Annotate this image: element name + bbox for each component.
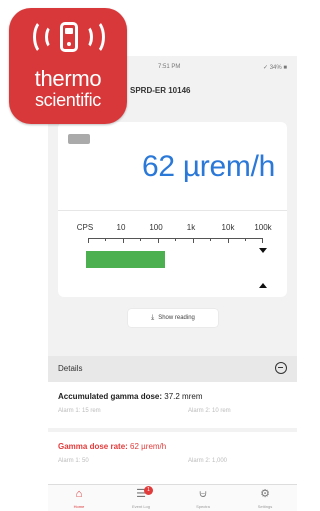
accumulated-dose-value: 37.2 mrem (164, 392, 203, 401)
dose-rate-bar (86, 251, 165, 268)
logo-text-thermo: thermo (34, 66, 102, 91)
rate-alarm-1: Alarm 1: 50 (58, 458, 89, 464)
rate-alarm-2: Alarm 2: 1,000 (188, 458, 228, 464)
battery-indicator: ✓ 34% ■ (263, 65, 287, 71)
tab-home-label: Home (73, 504, 85, 509)
scale-label-10k: 10k (221, 223, 235, 232)
show-reading-button[interactable]: ⤓ Show reading (128, 309, 218, 327)
scale-tick (262, 238, 263, 243)
arrow-down-icon (259, 248, 267, 253)
chart-icon: ⩁ (199, 488, 207, 500)
tab-bar: ⌂ Home ☰ 1 Event Log ⩁ Spectra ⚙ Setting… (48, 484, 297, 511)
details-title: Details (58, 364, 83, 373)
accumulated-dose-label: Accumulated gamma dose: (58, 392, 163, 401)
scale-label-cps: CPS (76, 223, 94, 232)
scale-label-1k: 1k (186, 223, 196, 232)
dose-rate-label: Gamma dose rate: (58, 442, 128, 451)
page-title: SPRD-ER 10146 (130, 86, 191, 95)
accumulated-alarm-2: Alarm 2: 10 rem (188, 408, 231, 414)
arrow-up-icon (259, 283, 267, 288)
tab-settings-label: Settings (257, 504, 273, 509)
status-time: 7:51 PM (158, 64, 181, 70)
notification-badge: 1 (144, 486, 153, 495)
tab-home[interactable]: ⌂ Home (48, 485, 110, 511)
scale-tick (245, 238, 246, 241)
collapse-icon[interactable] (275, 362, 287, 374)
dose-rate-row: Gamma dose rate: 62 µrem/h Alarm 1: 50 A… (48, 432, 297, 484)
logo-text-scientific: scientific (34, 90, 102, 110)
alarm-status-chip (68, 134, 90, 144)
download-icon: ⤓ (151, 314, 155, 321)
scale-tick (88, 238, 89, 243)
scale-label-10: 10 (116, 223, 126, 232)
signal-wave-icon (83, 19, 105, 55)
tab-spectra[interactable]: ⩁ Spectra (172, 485, 234, 511)
show-reading-label: Show reading (158, 315, 195, 321)
scale-tick (123, 238, 124, 243)
accumulated-alarm-1: Alarm 1: 15 rem (58, 408, 101, 414)
scale-tick (158, 238, 159, 243)
dose-rate-text: Gamma dose rate: 62 µrem/h (58, 442, 166, 451)
phone-screen: 7:51 PM ✓ 34% ■ SPRD-ER 10146 62 µrem/h … (48, 56, 297, 511)
gear-icon: ⚙ (260, 488, 270, 500)
scale-label-100k: 100k (254, 223, 272, 232)
scale-tick (140, 238, 141, 241)
tab-settings[interactable]: ⚙ Settings (234, 485, 296, 511)
scale-tick (210, 238, 211, 241)
tab-spectra-label: Spectra (196, 504, 210, 509)
signal-wave-icon (45, 25, 59, 49)
tab-event-log[interactable]: ☰ 1 Event Log (110, 485, 172, 511)
home-icon: ⌂ (75, 488, 83, 500)
scale-tick (228, 238, 229, 243)
scale-label-100: 100 (149, 223, 163, 232)
scale-tick (175, 238, 176, 241)
thermo-scientific-logo: thermo scientific (9, 8, 127, 124)
reading-card: 62 µrem/h CPS 10 100 1k 10k 100k (58, 122, 287, 297)
card-divider (58, 210, 287, 211)
details-header[interactable]: Details (48, 356, 297, 382)
tab-event-log-label: Event Log (131, 504, 150, 509)
accumulated-dose-text: Accumulated gamma dose: 37.2 mrem (58, 392, 203, 401)
dose-rate-detail-value: 62 µrem/h (130, 442, 167, 451)
scale-tick (193, 238, 194, 243)
radiation-detector-icon (60, 22, 78, 52)
dose-rate-value: 62 µrem/h (142, 150, 275, 183)
accumulated-dose-row: Accumulated gamma dose: 37.2 mrem Alarm … (48, 382, 297, 428)
scale-tick (105, 238, 106, 241)
